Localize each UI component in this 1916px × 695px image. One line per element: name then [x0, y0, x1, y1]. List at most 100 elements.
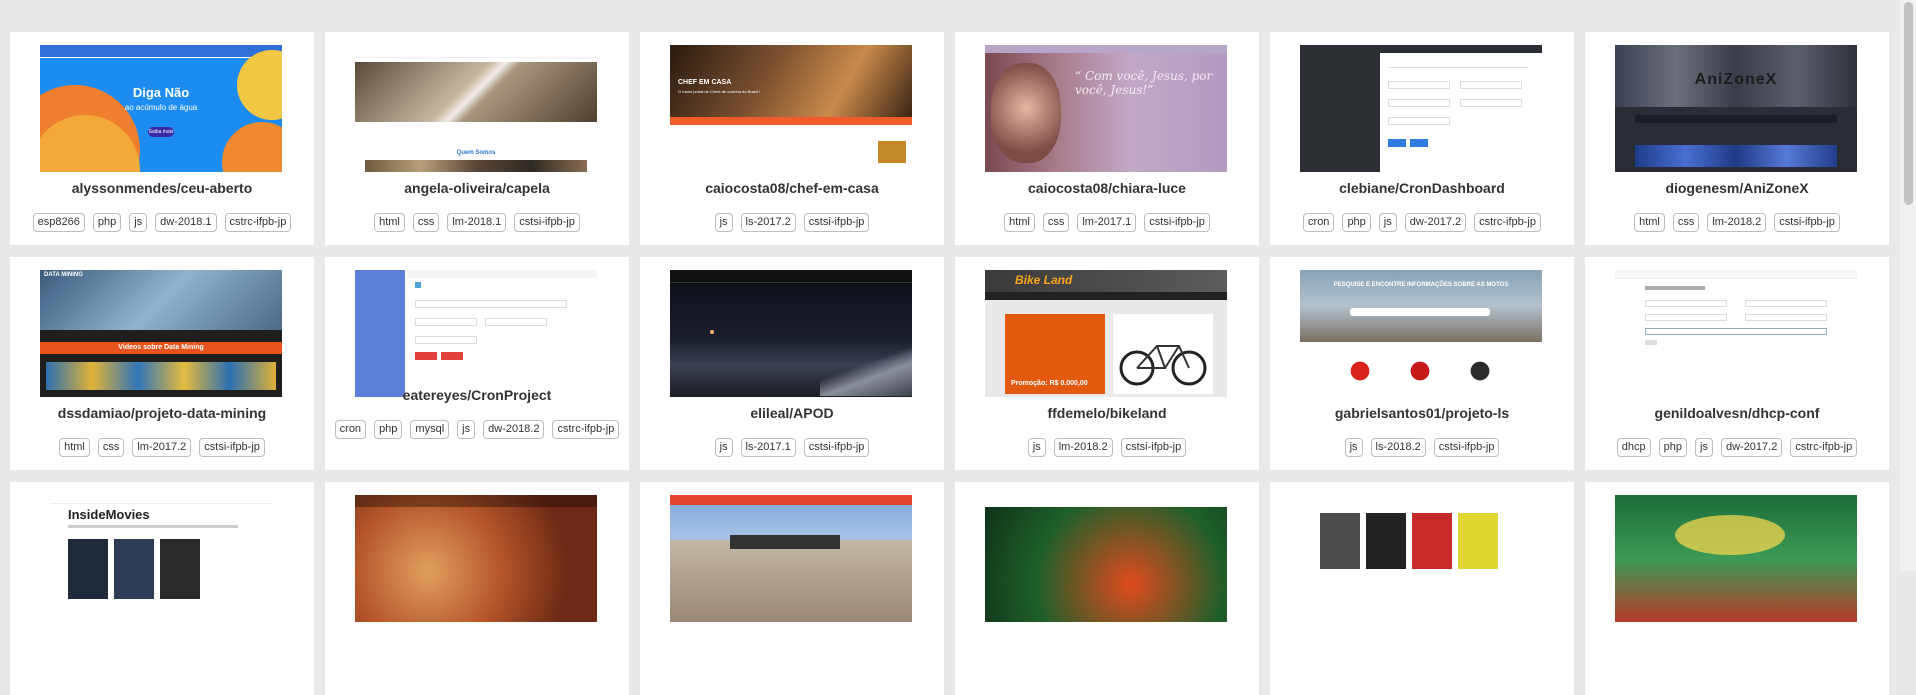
project-title[interactable]: dssdamiao/projeto-data-mining	[10, 405, 314, 421]
tag[interactable]: html	[1004, 213, 1035, 232]
tag[interactable]: cstrc-ifpb-jp	[1790, 438, 1858, 457]
project-thumbnail[interactable]: AniZoneX	[1615, 45, 1857, 172]
project-title[interactable]: genildoalvesn/dhcp-conf	[1585, 405, 1889, 421]
project-title[interactable]: clebiane/CronDashboard	[1270, 180, 1574, 196]
tag[interactable]: php	[1342, 213, 1371, 232]
tag[interactable]: js	[457, 420, 476, 439]
project-thumbnail[interactable]	[355, 495, 597, 622]
project-thumbnail[interactable]: CHEF EM CASA O maior portal de Chefs de …	[670, 45, 912, 172]
tag[interactable]: cstsi-ifpb-jp	[803, 213, 870, 232]
tag[interactable]: ls-2017.1	[740, 438, 796, 457]
project-card[interactable]: elileal/APOD js ls-2017.1 cstsi-ifpb-jp	[640, 257, 944, 470]
project-thumbnail[interactable]: Quem Somos	[355, 45, 597, 172]
tag[interactable]: js	[1378, 213, 1397, 232]
tag[interactable]: ls-2017.2	[740, 213, 796, 232]
project-card[interactable]	[640, 482, 944, 695]
tag[interactable]: html	[374, 213, 405, 232]
tag[interactable]: php	[374, 420, 403, 439]
tag[interactable]: dw-2018.2	[483, 420, 545, 439]
project-thumbnail[interactable]	[1300, 45, 1542, 172]
tag[interactable]: php	[1658, 438, 1688, 457]
tag[interactable]: css	[412, 213, 440, 232]
project-thumbnail[interactable]: Diga Não ao acúmulo de água Saiba mais	[40, 45, 282, 172]
thumb-price: Promoção: R$ 0.000,00	[1011, 380, 1088, 387]
project-card[interactable]: Bike Land Promoção: R$ 0.000,00 ffdemelo…	[955, 257, 1259, 470]
project-card[interactable]: “ Com você, Jesus, por você, Jesus!” cai…	[955, 32, 1259, 245]
tag[interactable]: cstsi-ifpb-jp	[1433, 438, 1500, 457]
tag[interactable]: js	[1027, 438, 1046, 457]
tag[interactable]: css	[1042, 213, 1070, 232]
tag[interactable]: cstrc-ifpb-jp	[1474, 213, 1541, 232]
tag[interactable]: dw-2017.2	[1720, 438, 1783, 457]
project-title[interactable]: gabrielsantos01/projeto-ls	[1270, 405, 1574, 421]
tag[interactable]: dhcp	[1616, 438, 1651, 457]
tag[interactable]: lm-2017.2	[132, 438, 192, 457]
project-card[interactable]: PESQUISE E ENCONTRE INFORMAÇÕES SOBRE AS…	[1270, 257, 1574, 470]
tag[interactable]: cstsi-ifpb-jp	[1774, 213, 1840, 232]
tag[interactable]: cstsi-ifpb-jp	[514, 213, 580, 232]
tag[interactable]: js	[714, 438, 733, 457]
tag[interactable]: lm-2018.2	[1053, 438, 1113, 457]
tag[interactable]: cron	[334, 420, 367, 439]
tag[interactable]: ls-2018.2	[1370, 438, 1426, 457]
tag[interactable]: cstsi-ifpb-jp	[1144, 213, 1210, 232]
tag[interactable]: lm-2018.1	[447, 213, 507, 232]
tag[interactable]: dw-2017.2	[1404, 213, 1467, 232]
tag[interactable]: mysql	[410, 420, 450, 439]
project-thumbnail[interactable]: DATA MINING Vídeos sobre Data Mining	[40, 270, 282, 397]
tag[interactable]: php	[92, 213, 122, 232]
tag[interactable]: js	[1695, 438, 1713, 457]
project-thumbnail[interactable]: “ Com você, Jesus, por você, Jesus!”	[985, 45, 1227, 172]
project-card[interactable]: eatereyes/CronProject cron php mysql js …	[325, 257, 629, 470]
project-title[interactable]: eatereyes/CronProject	[325, 387, 629, 403]
project-title[interactable]: diogenesm/AniZoneX	[1585, 180, 1889, 196]
project-card[interactable]: clebiane/CronDashboard cron php js dw-20…	[1270, 32, 1574, 245]
project-card[interactable]	[325, 482, 629, 695]
project-card[interactable]: InsideMovies	[10, 482, 314, 695]
tag[interactable]: lm-2018.2	[1707, 213, 1767, 232]
tag[interactable]: html	[1634, 213, 1665, 232]
project-title[interactable]: alyssonmendes/ceu-aberto	[10, 180, 314, 196]
tag[interactable]: js	[1344, 438, 1363, 457]
project-title[interactable]: ffdemelo/bikeland	[955, 405, 1259, 421]
project-card[interactable]	[1270, 482, 1574, 695]
project-card[interactable]: Diga Não ao acúmulo de água Saiba mais a…	[10, 32, 314, 245]
project-thumbnail[interactable]	[670, 495, 912, 622]
project-thumbnail[interactable]: Bike Land Promoção: R$ 0.000,00	[985, 270, 1227, 397]
tag[interactable]: css	[1672, 213, 1700, 232]
tag[interactable]: dw-2018.1	[155, 213, 217, 232]
project-thumbnail[interactable]	[985, 495, 1227, 622]
project-thumbnail[interactable]	[1615, 270, 1857, 397]
project-card[interactable]	[955, 482, 1259, 695]
project-title[interactable]: elileal/APOD	[640, 405, 944, 421]
project-card[interactable]: DATA MINING Vídeos sobre Data Mining dss…	[10, 257, 314, 470]
project-thumbnail[interactable]	[355, 270, 597, 397]
tag[interactable]: esp8266	[32, 213, 85, 232]
project-title[interactable]: angela-oliveira/capela	[325, 180, 629, 196]
tag[interactable]: cron	[1303, 213, 1335, 232]
project-card[interactable]	[1585, 482, 1889, 695]
tag[interactable]: css	[97, 438, 125, 457]
scrollbar[interactable]	[1900, 0, 1916, 571]
tag[interactable]: lm-2017.1	[1077, 213, 1137, 232]
tag[interactable]: html	[59, 438, 90, 457]
project-title[interactable]: caiocosta08/chiara-luce	[955, 180, 1259, 196]
project-thumbnail[interactable]: PESQUISE E ENCONTRE INFORMAÇÕES SOBRE AS…	[1300, 270, 1542, 397]
project-title[interactable]: caiocosta08/chef-em-casa	[640, 180, 944, 196]
tag[interactable]: cstsi-ifpb-jp	[1120, 438, 1187, 457]
project-thumbnail[interactable]	[1615, 495, 1857, 622]
tag[interactable]: cstrc-ifpb-jp	[224, 213, 292, 232]
project-thumbnail[interactable]	[670, 270, 912, 397]
tag[interactable]: js	[129, 213, 148, 232]
tag[interactable]: cstrc-ifpb-jp	[552, 420, 620, 439]
project-card[interactable]: CHEF EM CASA O maior portal de Chefs de …	[640, 32, 944, 245]
project-thumbnail[interactable]: InsideMovies	[40, 495, 282, 622]
tag[interactable]: cstsi-ifpb-jp	[803, 438, 870, 457]
project-card[interactable]: genildoalvesn/dhcp-conf dhcp php js dw-2…	[1585, 257, 1889, 470]
project-thumbnail[interactable]	[1300, 495, 1542, 622]
project-card[interactable]: Quem Somos angela-oliveira/capela html c…	[325, 32, 629, 245]
scrollbar-thumb[interactable]	[1904, 2, 1913, 205]
tag[interactable]: js	[714, 213, 733, 232]
project-card[interactable]: AniZoneX diogenesm/AniZoneX html css lm-…	[1585, 32, 1889, 245]
tag[interactable]: cstsi-ifpb-jp	[199, 438, 265, 457]
